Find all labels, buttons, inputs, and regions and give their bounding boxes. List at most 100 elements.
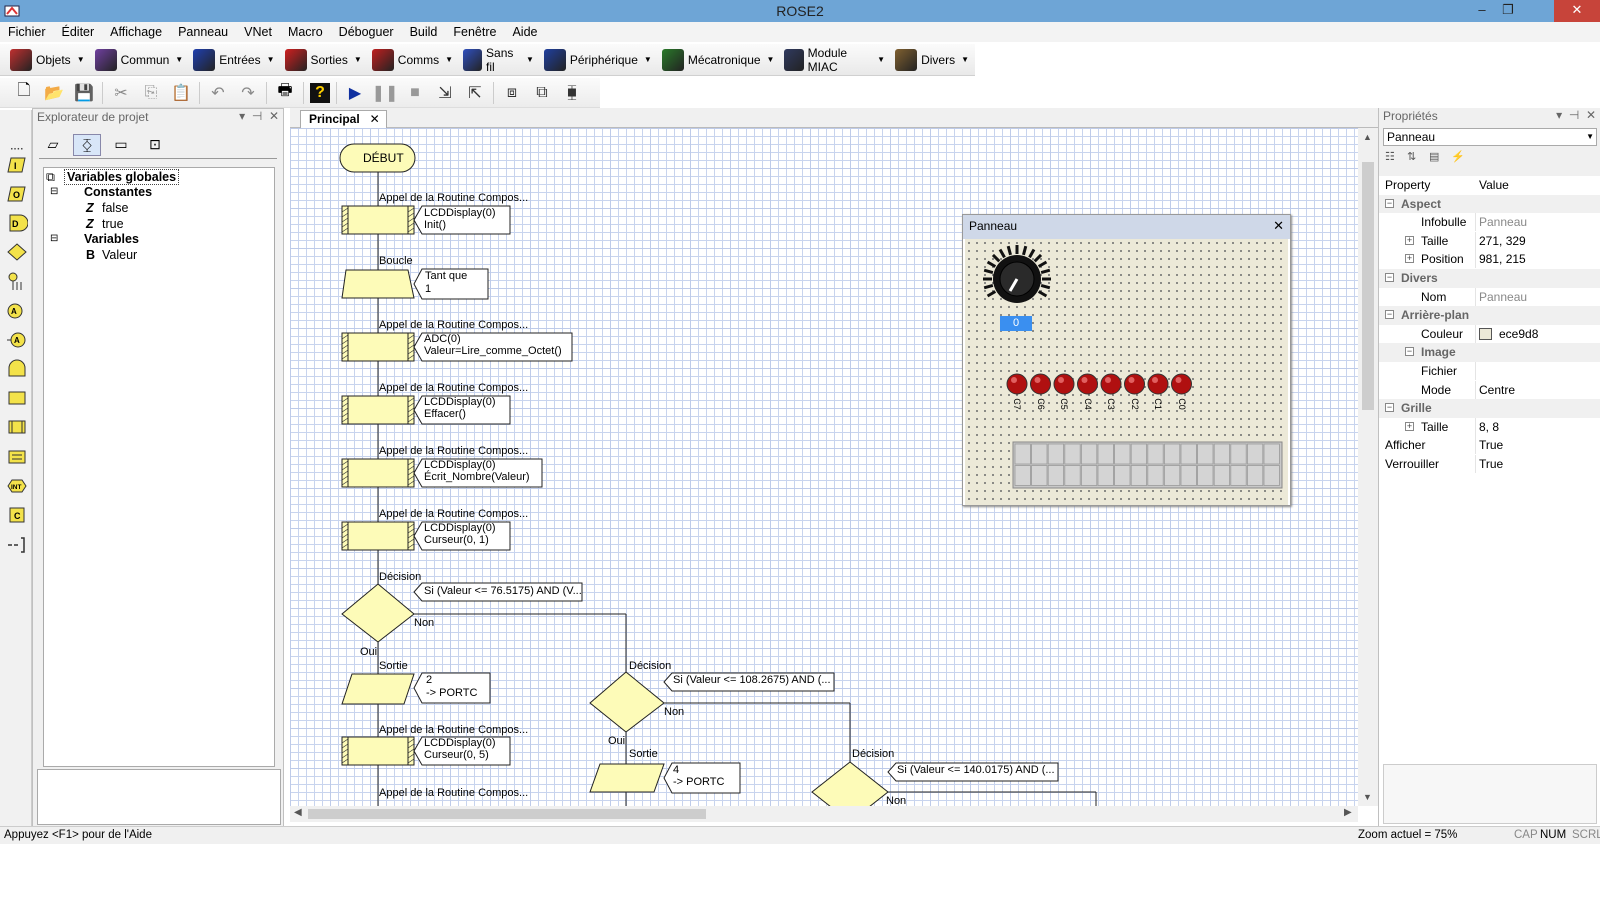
menu-item[interactable]: Macro	[280, 22, 331, 42]
scroll-right-icon[interactable]: ▶	[1344, 807, 1352, 818]
property-category[interactable]: − Aspect	[1379, 194, 1600, 214]
component-category-button[interactable]: Entrées ▼	[189, 46, 278, 74]
copy-icon[interactable]: ⎘	[139, 82, 163, 104]
chevron-down-icon[interactable]: ▼	[175, 55, 183, 64]
property-row[interactable]: + Taille 271, 329	[1379, 231, 1600, 251]
compile-hex-icon[interactable]: ⧉	[530, 82, 554, 104]
events-icon[interactable]: ⚡	[1451, 150, 1469, 170]
tree-node-constants[interactable]: Constantes	[84, 185, 152, 199]
explorer-panel-controls[interactable]: ▾ ⊣ ✕	[239, 109, 279, 123]
component-macro-icon[interactable]	[6, 416, 28, 438]
property-value[interactable]: Centre	[1479, 383, 1515, 397]
property-value[interactable]: True	[1479, 438, 1503, 452]
component-category-button[interactable]: Comms ▼	[368, 46, 457, 74]
property-row[interactable]: Afficher True	[1379, 436, 1600, 455]
property-category[interactable]: − Divers	[1379, 269, 1600, 288]
interrupt-icon[interactable]: INT	[6, 475, 28, 497]
code-icon[interactable]: C	[6, 504, 28, 526]
property-category[interactable]: − Grille	[1379, 399, 1600, 418]
menu-item[interactable]: Build	[402, 22, 446, 42]
stop-icon[interactable]: ■	[403, 82, 427, 104]
collapse-icon[interactable]: −	[1405, 347, 1414, 357]
macro-call-icon[interactable]	[6, 387, 28, 409]
categorized-icon[interactable]: ☷	[1385, 150, 1403, 170]
chevron-down-icon[interactable]: ▼	[354, 55, 362, 64]
menu-item[interactable]: Déboguer	[331, 22, 402, 42]
property-value[interactable]: 8, 8	[1479, 420, 1499, 434]
menu-item[interactable]: VNet	[236, 22, 280, 42]
tree-collapse-constants[interactable]: ⊟	[50, 186, 58, 197]
chevron-down-icon[interactable]: ▼	[877, 55, 885, 64]
chevron-down-icon[interactable]: ▼	[77, 55, 85, 64]
paste-icon[interactable]: 📋	[169, 82, 193, 104]
delay-icon[interactable]: D	[6, 212, 28, 234]
menu-item[interactable]: Fichier	[0, 22, 54, 42]
pause-icon[interactable]: ❚❚	[372, 82, 399, 104]
properties-panel-controls[interactable]: ▾ ⊣ ✕	[1556, 108, 1596, 122]
panel-window-header[interactable]: Panneau ✕	[963, 215, 1290, 239]
property-value[interactable]: Panneau	[1479, 215, 1527, 229]
panel-close-icon[interactable]: ✕	[1273, 218, 1284, 234]
horizontal-scrollbar[interactable]: ◀ ▶	[290, 806, 1358, 822]
tree-item-variable-valeur[interactable]: Valeur	[102, 248, 137, 262]
restore-button[interactable]: ❐	[1494, 0, 1522, 22]
property-value[interactable]: 271, 329	[1479, 234, 1526, 248]
property-category[interactable]: − Arrière-plan	[1379, 306, 1600, 325]
scroll-down-icon[interactable]: ▼	[1363, 792, 1372, 802]
vertical-scrollbar[interactable]: ▲ ▼	[1358, 128, 1378, 806]
menu-item[interactable]: Affichage	[102, 22, 170, 42]
minimize-button[interactable]: –	[1468, 0, 1496, 22]
help-icon[interactable]: ?	[310, 82, 330, 103]
component-category-button[interactable]: Sans fil ▼	[459, 46, 538, 74]
property-row[interactable]: Nom Panneau	[1379, 287, 1600, 307]
save-icon[interactable]: 💾	[72, 82, 96, 104]
flowchart-view-icon[interactable]: ▱	[39, 134, 67, 156]
property-row[interactable]: Verrouiller True	[1379, 455, 1600, 474]
property-row[interactable]: Mode Centre	[1379, 380, 1600, 400]
tree-collapse-variables[interactable]: ⊟	[50, 233, 58, 244]
component-category-button[interactable]: Mécatronique ▼	[658, 46, 779, 74]
component-category-button[interactable]: Sorties ▼	[281, 46, 366, 74]
component-category-button[interactable]: Périphérique ▼	[540, 46, 656, 74]
undo-icon[interactable]: ↶	[206, 82, 230, 104]
sort-alpha-icon[interactable]: ⇅	[1407, 150, 1425, 170]
calculation-icon[interactable]: A	[6, 300, 28, 322]
component-category-button[interactable]: Commun ▼	[91, 46, 188, 74]
menu-item[interactable]: Éditer	[54, 22, 103, 42]
tab-close-icon[interactable]: ✕	[370, 112, 380, 126]
scroll-up-icon[interactable]: ▲	[1363, 132, 1372, 142]
expand-icon[interactable]: +	[1405, 254, 1414, 264]
property-row[interactable]: − Image	[1379, 343, 1600, 362]
vertical-scroll-thumb[interactable]	[1362, 162, 1374, 410]
chevron-down-icon[interactable]: ▼	[961, 55, 969, 64]
menu-item[interactable]: Panneau	[170, 22, 236, 42]
collapse-icon[interactable]: −	[1385, 273, 1394, 282]
switch-icon[interactable]	[6, 446, 28, 468]
input-icon[interactable]: I	[6, 154, 28, 176]
macro-view-icon[interactable]: ⊡	[141, 134, 169, 156]
tree-node-variables[interactable]: Variables	[84, 232, 139, 246]
property-value[interactable]: Panneau	[1479, 290, 1527, 304]
scroll-left-icon[interactable]: ◀	[294, 807, 302, 818]
compile-chip-icon[interactable]: ⧈	[500, 82, 524, 104]
menu-item[interactable]: Aide	[504, 22, 545, 42]
property-row[interactable]: Couleur ece9d8	[1379, 324, 1600, 344]
component-category-button[interactable]: Objets ▼	[6, 46, 89, 74]
chevron-down-icon[interactable]: ▼	[644, 55, 652, 64]
property-pages-icon[interactable]: ▤	[1429, 150, 1447, 170]
output-icon[interactable]: O	[6, 183, 28, 205]
chevron-down-icon[interactable]: ▼	[767, 55, 775, 64]
connection-point-icon[interactable]	[6, 270, 28, 292]
decision-icon[interactable]	[6, 241, 28, 263]
component-view-icon[interactable]: ▭	[107, 134, 135, 156]
expand-icon[interactable]: +	[1405, 235, 1414, 245]
chevron-down-icon[interactable]: ▼	[526, 55, 534, 64]
expand-icon[interactable]: +	[1405, 421, 1414, 431]
color-swatch[interactable]	[1479, 327, 1492, 340]
tab-principal[interactable]: Principal ✕	[300, 110, 387, 128]
comment-icon[interactable]	[6, 534, 28, 556]
tree-item-constant-false[interactable]: false	[102, 201, 128, 215]
print-icon[interactable]: 🖶	[273, 82, 297, 104]
tree-root-global-variables[interactable]: Variables globales	[64, 169, 180, 185]
chevron-down-icon[interactable]: ▼	[1586, 132, 1594, 141]
